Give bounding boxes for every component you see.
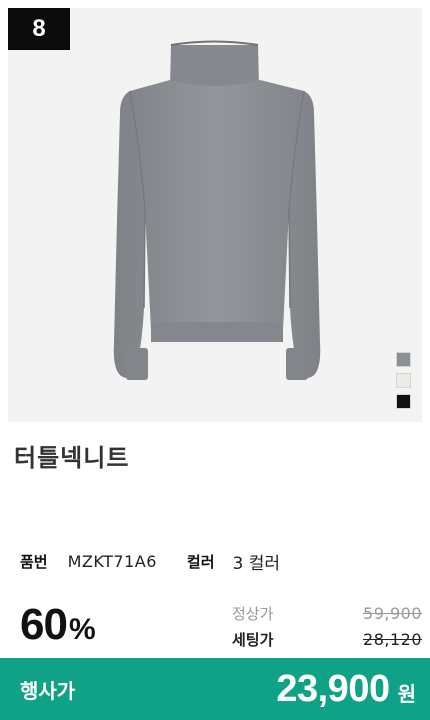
swatch-gray[interactable] xyxy=(396,352,411,367)
regular-price-row: 정상가 59,900 xyxy=(232,600,422,626)
set-price: 28,120 xyxy=(363,629,422,649)
swatch-black[interactable] xyxy=(396,394,411,409)
product-card[interactable]: 8 터틀넥니트 품번 MZKT71A6 컬러 3 컬러 60 % 정상가 59,… xyxy=(0,0,430,720)
event-price: 23,900 xyxy=(276,667,390,710)
swatch-ivory[interactable] xyxy=(396,373,411,388)
product-code: MZKT71A6 xyxy=(67,551,157,571)
discount-rate: 60 % xyxy=(20,600,96,650)
rank-badge: 8 xyxy=(8,8,70,50)
color-swatches xyxy=(396,352,412,415)
code-label: 품번 xyxy=(20,552,48,571)
product-image-area[interactable] xyxy=(8,8,422,422)
product-info-row: 품번 MZKT71A6 컬러 3 컬러 xyxy=(20,548,280,574)
discount-unit: % xyxy=(68,613,96,646)
price-block: 정상가 59,900 세팅가 28,120 xyxy=(232,600,422,652)
regular-price-label: 정상가 xyxy=(232,604,274,623)
event-label: 행사가 xyxy=(20,678,76,703)
event-price-bar[interactable]: 행사가 23,900 원 xyxy=(0,658,430,720)
color-label: 컬러 xyxy=(186,552,215,571)
set-price-row: 세팅가 28,120 xyxy=(232,626,422,652)
event-price-unit: 원 xyxy=(397,681,416,706)
color-count: 3 컬러 xyxy=(232,553,281,574)
event-price-wrap: 23,900 원 xyxy=(276,668,416,711)
discount-value: 60 xyxy=(20,600,68,649)
turtleneck-sweater-image xyxy=(113,40,321,380)
set-price-label: 세팅가 xyxy=(232,630,274,649)
product-name[interactable]: 터틀넥니트 xyxy=(14,438,129,473)
regular-price: 59,900 xyxy=(363,603,422,623)
